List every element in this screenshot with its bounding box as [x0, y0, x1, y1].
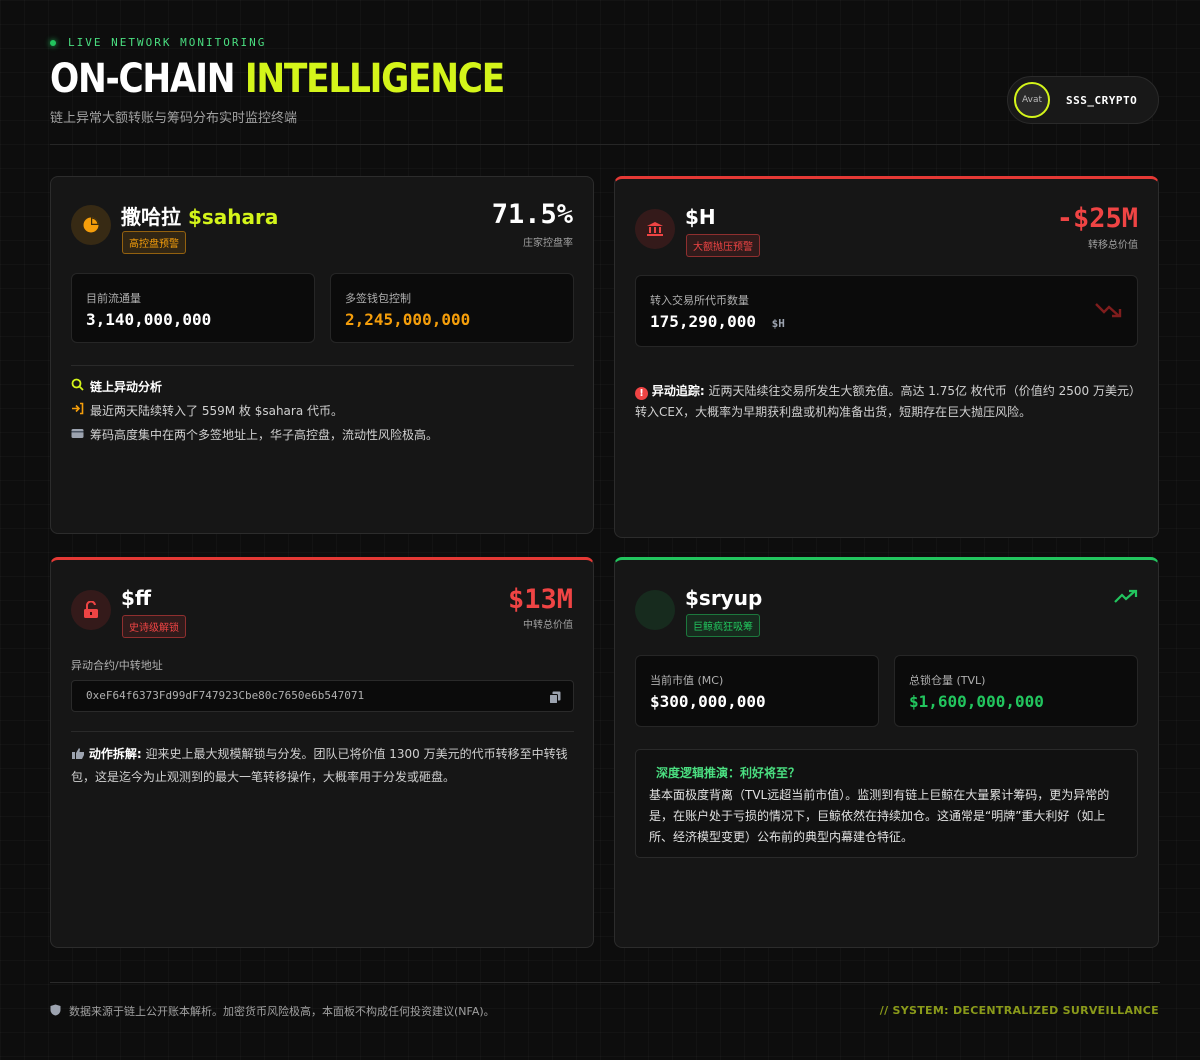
card-sryup-title: $sryup — [685, 586, 763, 610]
disclaimer-text: 数据来源于链上公开账本解析。加密货币风险极高，本面板不构成任何投资建议(NFA)… — [69, 1005, 495, 1018]
unlock-icon — [71, 590, 111, 630]
title-accent: INTELLIGENCE — [244, 56, 505, 102]
transfer-value: -$25M — [1056, 203, 1138, 234]
whale-icon — [635, 590, 675, 630]
card-h: $H 大额抛压预警 -$25M 转移总价值 转入交易所代币数量 175,290,… — [614, 176, 1159, 538]
trending-up-icon — [1114, 588, 1138, 607]
divider — [71, 731, 574, 732]
stat-value: $300,000,000 — [650, 692, 766, 711]
deep-analysis-box: 深度逻辑推演：利好将至？ 基本面极度背离（TVL远超当前市值）。监测到有链上巨鲸… — [635, 749, 1138, 858]
stat-unit: $H — [771, 317, 785, 330]
divider — [71, 365, 574, 366]
sahara-ticker: $sahara — [187, 205, 279, 229]
stat-market-cap: 当前市值 (MC) $300,000,000 — [635, 655, 879, 727]
transfer-value-label: 转移总价值 — [1088, 240, 1138, 251]
analysis-line-1: 最近两天陆续转入了 559M 枚 $sahara 代币。 — [90, 404, 344, 418]
contract-address: 0xeF64f6373Fd99dF747923Cbe80c7650e6b5470… — [86, 689, 365, 702]
alert-icon: ! — [635, 387, 648, 400]
footer-disclaimer: 数据来源于链上公开账本解析。加密货币风险极高，本面板不构成任何投资建议(NFA)… — [50, 1003, 495, 1019]
stat-value-row: 175,290,000 $H — [650, 312, 785, 331]
analysis-line: 最近两天陆续转入了 559M 枚 $sahara 代币。 — [71, 401, 343, 422]
deep-analysis-text: 基本面极度背离（TVL远超当前市值）。监测到有链上巨鲸在大量累计筹码，更为异常的… — [649, 788, 1110, 844]
stat-value: 175,290,000 — [650, 312, 756, 331]
card-sahara: 撒哈拉 $sahara 高控盘预警 71.5% 庄家控盘率 目前流通量 3,14… — [50, 176, 594, 534]
stat-label: 当前市值 (MC) — [650, 674, 724, 687]
trace-body: 近两天陆续往交易所发生大额充值。高达 1.75亿 枚代币（价值约 2500 万美… — [635, 384, 1135, 419]
sign-in-icon — [71, 401, 84, 422]
trace-text: ! 异动追踪: 近两天陆续往交易所发生大额充值。高达 1.75亿 枚代币（价值约… — [635, 381, 1140, 423]
sahara-name: 撒哈拉 — [121, 205, 188, 229]
analysis-line-2: 筹码高度集中在两个多签地址上，华子高控盘，流动性风险极高。 — [90, 428, 439, 442]
stat-multisig: 多签钱包控制 2,245,000,000 — [330, 273, 574, 343]
copy-icon[interactable] — [549, 689, 561, 708]
trace-label: 异动追踪: — [651, 384, 705, 398]
live-indicator: LIVE NETWORK MONITORING — [50, 36, 266, 49]
stat-label: 目前流通量 — [86, 292, 141, 305]
stat-circulating: 目前流通量 3,140,000,000 — [71, 273, 315, 343]
stat-label: 多签钱包控制 — [345, 292, 411, 305]
stat-exchange-inflow: 转入交易所代币数量 175,290,000 $H — [635, 275, 1138, 347]
card-sryup: $sryup 巨鲸疯狂吸筹 当前市值 (MC) $300,000,000 总锁仓… — [614, 557, 1159, 948]
trending-down-icon — [1095, 302, 1123, 322]
analysis-title: 链上异动分析 — [90, 380, 163, 394]
header-divider — [50, 144, 1160, 145]
username: SSS_CRYPTO — [1066, 93, 1138, 107]
system-label: // SYSTEM: DECENTRALIZED SURVEILLANCE — [879, 1004, 1159, 1017]
stat-value: 3,140,000,000 — [86, 310, 212, 329]
card-h-title: $H — [685, 205, 716, 229]
avatar-alt-text: Avat — [1022, 95, 1042, 105]
analysis-line: 筹码高度集中在两个多签地址上，华子高控盘，流动性风险极高。 — [71, 425, 438, 446]
stat-tvl: 总锁仓量 (TVL) $1,600,000,000 — [894, 655, 1138, 727]
deep-analysis-title: 深度逻辑推演：利好将至？ — [656, 766, 801, 780]
pie-chart-icon — [71, 205, 111, 245]
status-badge: 高控盘预警 — [122, 231, 186, 254]
user-profile-pill[interactable]: Avat SSS_CRYPTO — [1007, 76, 1159, 124]
relay-value-label: 中转总价值 — [523, 620, 573, 631]
bank-icon — [635, 209, 675, 249]
analysis-heading: 链上异动分析 — [71, 377, 162, 398]
page-subtitle: 链上异常大额转账与筹码分布实时监控终端 — [50, 111, 298, 126]
control-rate-value: 71.5% — [491, 199, 573, 230]
live-label: LIVE NETWORK MONITORING — [68, 36, 267, 49]
page-title: ON-CHAIN INTELLIGENCE — [50, 56, 505, 102]
wallet-icon — [71, 425, 84, 446]
card-ff-title: $ff — [121, 586, 152, 610]
relay-value: $13M — [507, 584, 573, 615]
action-label: 动作拆解: — [88, 747, 142, 761]
footer-divider — [50, 982, 1160, 983]
stat-label: 转入交易所代币数量 — [650, 294, 749, 307]
live-dot-icon — [50, 39, 56, 46]
status-badge: 大额抛压预警 — [686, 234, 760, 257]
address-field[interactable]: 0xeF64f6373Fd99dF747923Cbe80c7650e6b5470… — [71, 680, 574, 712]
avatar[interactable]: Avat — [1014, 82, 1050, 118]
hand-icon — [71, 746, 85, 767]
search-icon — [71, 377, 84, 398]
address-label: 异动合约/中转地址 — [71, 659, 163, 672]
action-text: 动作拆解: 迎来史上最大规模解锁与分发。团队已将价值 1300 万美元的代币转移… — [71, 744, 571, 788]
action-body: 迎来史上最大规模解锁与分发。团队已将价值 1300 万美元的代币转移至中转钱包，… — [71, 747, 568, 784]
stat-value: $1,600,000,000 — [909, 692, 1044, 711]
stat-value: 2,245,000,000 — [345, 310, 471, 329]
control-rate-label: 庄家控盘率 — [523, 238, 573, 249]
shield-icon — [50, 1004, 61, 1019]
card-sahara-title: 撒哈拉 $sahara — [121, 201, 278, 230]
card-ff: $ff 史诗级解锁 $13M 中转总价值 异动合约/中转地址 0xeF64f63… — [50, 557, 594, 948]
status-badge: 巨鲸疯狂吸筹 — [686, 614, 760, 637]
stat-label: 总锁仓量 (TVL) — [909, 674, 986, 687]
status-badge: 史诗级解锁 — [122, 615, 186, 638]
title-white: ON-CHAIN — [50, 56, 245, 102]
